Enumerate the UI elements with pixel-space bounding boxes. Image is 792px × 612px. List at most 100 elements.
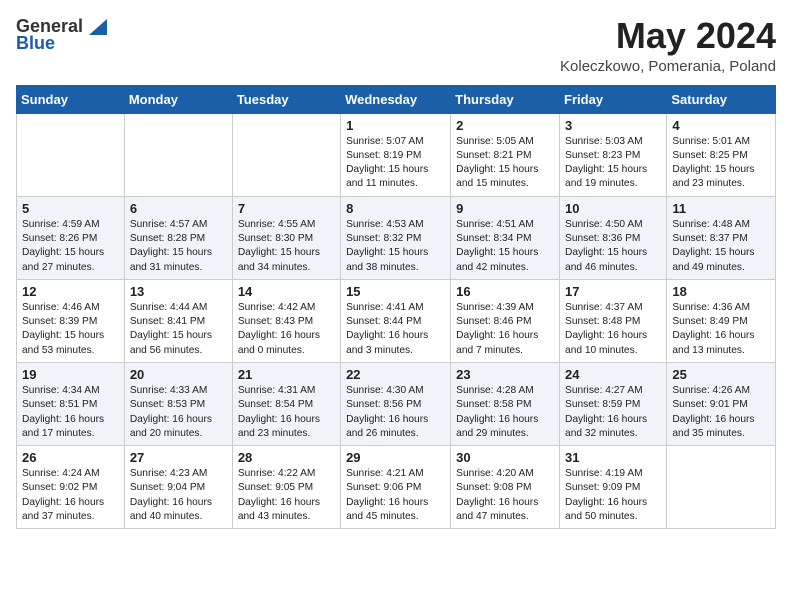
cell-content: Sunrise: 4:46 AMSunset: 8:39 PMDaylight:… xyxy=(22,301,119,358)
cell-content: Sunrise: 4:53 AMSunset: 8:32 PMDaylight:… xyxy=(346,218,445,275)
cell-content: Sunrise: 4:23 AMSunset: 9:04 PMDaylight:… xyxy=(130,467,227,524)
day-number: 7 xyxy=(238,201,335,216)
calendar-table: SundayMondayTuesdayWednesdayThursdayFrid… xyxy=(16,85,776,530)
calendar-cell: 27 Sunrise: 4:23 AMSunset: 9:04 PMDayligh… xyxy=(124,446,232,529)
calendar-week-2: 5 Sunrise: 4:59 AMSunset: 8:26 PMDaylight… xyxy=(17,196,776,279)
calendar-cell: 17Sunrise: 4:37 AMSunset: 8:48 PMDayligh… xyxy=(560,279,667,362)
cell-content: Sunrise: 4:28 AMSunset: 8:58 PMDaylight:… xyxy=(456,384,554,441)
day-number: 28 xyxy=(238,450,335,465)
day-number: 20 xyxy=(130,367,227,382)
calendar-cell: 20Sunrise: 4:33 AMSunset: 8:53 PMDayligh… xyxy=(124,362,232,445)
calendar-week-4: 19 Sunrise: 4:34 AMSunset: 8:51 PMDayligh… xyxy=(17,362,776,445)
location: Koleczkowo, Pomerania, Poland xyxy=(560,58,776,75)
day-number: 24 xyxy=(565,367,661,382)
cell-content: Sunrise: 4:41 AMSunset: 8:44 PMDaylight:… xyxy=(346,301,445,358)
header-saturday: Saturday xyxy=(667,85,776,113)
cell-content: Sunrise: 4:42 AMSunset: 8:43 PMDaylight:… xyxy=(238,301,335,358)
day-number: 27 xyxy=(130,450,227,465)
day-number: 14 xyxy=(238,284,335,299)
calendar-cell: 2Sunrise: 5:05 AMSunset: 8:21 PMDaylight… xyxy=(451,113,560,196)
day-number: 30 xyxy=(456,450,554,465)
cell-content: Sunrise: 5:01 AMSunset: 8:25 PMDaylight:… xyxy=(672,135,770,192)
day-number: 26 xyxy=(22,450,119,465)
cell-content: Sunrise: 4:55 AMSunset: 8:30 PMDaylight:… xyxy=(238,218,335,275)
header-wednesday: Wednesday xyxy=(341,85,451,113)
cell-content: Sunrise: 4:21 AMSunset: 9:06 PMDaylight:… xyxy=(346,467,445,524)
title-block: May 2024 Koleczkowo, Pomerania, Poland xyxy=(560,16,776,75)
calendar-cell: 7 Sunrise: 4:55 AMSunset: 8:30 PMDaylight… xyxy=(232,196,340,279)
calendar-cell: 26 Sunrise: 4:24 AMSunset: 9:02 PMDayligh… xyxy=(17,446,125,529)
day-number: 31 xyxy=(565,450,661,465)
cell-content: Sunrise: 4:34 AMSunset: 8:51 PMDaylight:… xyxy=(22,384,119,441)
cell-content: Sunrise: 4:31 AMSunset: 8:54 PMDaylight:… xyxy=(238,384,335,441)
calendar-cell: 6 Sunrise: 4:57 AMSunset: 8:28 PMDaylight… xyxy=(124,196,232,279)
calendar-header-row: SundayMondayTuesdayWednesdayThursdayFrid… xyxy=(17,85,776,113)
logo-icon xyxy=(87,17,109,37)
day-number: 13 xyxy=(130,284,227,299)
calendar-cell: 1 Sunrise: 5:07 AMSunset: 8:19 PMDaylight… xyxy=(341,113,451,196)
day-number: 19 xyxy=(22,367,119,382)
day-number: 5 xyxy=(22,201,119,216)
logo-blue-text: Blue xyxy=(16,33,55,54)
day-number: 15 xyxy=(346,284,445,299)
day-number: 12 xyxy=(22,284,119,299)
cell-content: Sunrise: 4:59 AMSunset: 8:26 PMDaylight:… xyxy=(22,218,119,275)
cell-content: Sunrise: 4:24 AMSunset: 9:02 PMDaylight:… xyxy=(22,467,119,524)
day-number: 10 xyxy=(565,201,661,216)
calendar-cell: 30Sunrise: 4:20 AMSunset: 9:08 PMDayligh… xyxy=(451,446,560,529)
calendar-cell: 28Sunrise: 4:22 AMSunset: 9:05 PMDayligh… xyxy=(232,446,340,529)
calendar-cell xyxy=(17,113,125,196)
cell-content: Sunrise: 4:57 AMSunset: 8:28 PMDaylight:… xyxy=(130,218,227,275)
header-tuesday: Tuesday xyxy=(232,85,340,113)
day-number: 16 xyxy=(456,284,554,299)
day-number: 9 xyxy=(456,201,554,216)
day-number: 4 xyxy=(672,118,770,133)
day-number: 23 xyxy=(456,367,554,382)
calendar-week-3: 12 Sunrise: 4:46 AMSunset: 8:39 PMDayligh… xyxy=(17,279,776,362)
calendar-cell: 18 Sunrise: 4:36 AMSunset: 8:49 PMDayligh… xyxy=(667,279,776,362)
cell-content: Sunrise: 4:50 AMSunset: 8:36 PMDaylight:… xyxy=(565,218,661,275)
calendar-cell xyxy=(124,113,232,196)
calendar-cell: 11 Sunrise: 4:48 AMSunset: 8:37 PMDayligh… xyxy=(667,196,776,279)
cell-content: Sunrise: 4:39 AMSunset: 8:46 PMDaylight:… xyxy=(456,301,554,358)
cell-content: Sunrise: 5:05 AMSunset: 8:21 PMDaylight:… xyxy=(456,135,554,192)
calendar-cell xyxy=(232,113,340,196)
month-year: May 2024 xyxy=(560,16,776,56)
calendar-week-5: 26 Sunrise: 4:24 AMSunset: 9:02 PMDayligh… xyxy=(17,446,776,529)
calendar-cell: 9 Sunrise: 4:51 AMSunset: 8:34 PMDaylight… xyxy=(451,196,560,279)
logo: General Blue xyxy=(16,16,109,54)
cell-content: Sunrise: 4:48 AMSunset: 8:37 PMDaylight:… xyxy=(672,218,770,275)
calendar-cell: 8 Sunrise: 4:53 AMSunset: 8:32 PMDaylight… xyxy=(341,196,451,279)
cell-content: Sunrise: 4:44 AMSunset: 8:41 PMDaylight:… xyxy=(130,301,227,358)
header-monday: Monday xyxy=(124,85,232,113)
cell-content: Sunrise: 4:51 AMSunset: 8:34 PMDaylight:… xyxy=(456,218,554,275)
calendar-cell: 23 Sunrise: 4:28 AMSunset: 8:58 PMDayligh… xyxy=(451,362,560,445)
calendar-cell: 13 Sunrise: 4:44 AMSunset: 8:41 PMDayligh… xyxy=(124,279,232,362)
calendar-cell: 29 Sunrise: 4:21 AMSunset: 9:06 PMDayligh… xyxy=(341,446,451,529)
calendar-cell: 12 Sunrise: 4:46 AMSunset: 8:39 PMDayligh… xyxy=(17,279,125,362)
day-number: 11 xyxy=(672,201,770,216)
header-friday: Friday xyxy=(560,85,667,113)
day-number: 1 xyxy=(346,118,445,133)
cell-content: Sunrise: 4:19 AMSunset: 9:09 PMDaylight:… xyxy=(565,467,661,524)
day-number: 21 xyxy=(238,367,335,382)
cell-content: Sunrise: 4:30 AMSunset: 8:56 PMDaylight:… xyxy=(346,384,445,441)
header-thursday: Thursday xyxy=(451,85,560,113)
calendar-cell: 4 Sunrise: 5:01 AMSunset: 8:25 PMDaylight… xyxy=(667,113,776,196)
cell-content: Sunrise: 4:36 AMSunset: 8:49 PMDaylight:… xyxy=(672,301,770,358)
calendar-cell: 22Sunrise: 4:30 AMSunset: 8:56 PMDayligh… xyxy=(341,362,451,445)
cell-content: Sunrise: 5:03 AMSunset: 8:23 PMDaylight:… xyxy=(565,135,661,192)
day-number: 6 xyxy=(130,201,227,216)
cell-content: Sunrise: 4:37 AMSunset: 8:48 PMDaylight:… xyxy=(565,301,661,358)
calendar-cell: 31 Sunrise: 4:19 AMSunset: 9:09 PMDayligh… xyxy=(560,446,667,529)
header-sunday: Sunday xyxy=(17,85,125,113)
day-number: 18 xyxy=(672,284,770,299)
day-number: 29 xyxy=(346,450,445,465)
cell-content: Sunrise: 5:07 AMSunset: 8:19 PMDaylight:… xyxy=(346,135,445,192)
calendar-cell xyxy=(667,446,776,529)
calendar-cell: 3Sunrise: 5:03 AMSunset: 8:23 PMDaylight… xyxy=(560,113,667,196)
calendar-cell: 25Sunrise: 4:26 AMSunset: 9:01 PMDayligh… xyxy=(667,362,776,445)
day-number: 8 xyxy=(346,201,445,216)
calendar-cell: 15 Sunrise: 4:41 AMSunset: 8:44 PMDayligh… xyxy=(341,279,451,362)
cell-content: Sunrise: 4:26 AMSunset: 9:01 PMDaylight:… xyxy=(672,384,770,441)
